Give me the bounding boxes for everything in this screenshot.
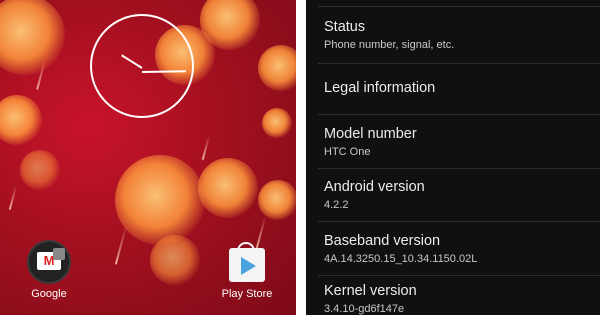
item-subtitle: 4A.14.3250.15_10.34.1150.02L	[324, 253, 478, 265]
wallpaper-bokeh	[0, 0, 65, 75]
list-divider	[318, 275, 600, 276]
app-google[interactable]: M Google	[14, 240, 84, 300]
settings-item-legal-information[interactable]: Legal information	[324, 80, 600, 96]
item-title: Status	[324, 19, 366, 35]
play-store-icon	[227, 240, 267, 284]
item-subtitle: 3.4.10-gd6f147e	[324, 303, 405, 315]
wallpaper-bokeh	[258, 180, 296, 220]
settings-item-status[interactable]: Status Phone number, signal, etc.	[324, 19, 600, 51]
app-label: Google	[31, 288, 67, 300]
item-title: Baseband version	[324, 233, 441, 249]
analog-clock-widget[interactable]	[90, 14, 194, 118]
about-phone-settings: Status Phone number, signal, etc. Legal …	[306, 0, 600, 315]
settings-item-kernel-version[interactable]: Kernel version 3.4.10-gd6f147e	[324, 283, 600, 315]
clock-hour-hand	[121, 54, 143, 69]
settings-item-baseband-version[interactable]: Baseband version 4A.14.3250.15_10.34.115…	[324, 233, 600, 265]
item-title: Model number	[324, 126, 417, 142]
item-subtitle: 4.2.2	[324, 199, 349, 211]
item-subtitle: Phone number, signal, etc.	[324, 39, 455, 51]
panel-divider	[296, 0, 306, 315]
item-title: Legal information	[324, 80, 436, 96]
clock-minute-hand	[141, 70, 187, 73]
item-title: Android version	[324, 179, 425, 195]
wallpaper-bokeh	[258, 45, 296, 91]
list-divider	[318, 63, 600, 64]
app-label: Play Store	[221, 288, 273, 300]
wallpaper-streak	[114, 225, 128, 265]
wallpaper-bokeh	[20, 150, 60, 190]
wallpaper-bokeh	[115, 155, 205, 245]
wallpaper-bokeh	[0, 95, 42, 145]
app-play-store[interactable]: Play Store	[212, 240, 282, 300]
wallpaper-bokeh	[198, 158, 258, 218]
home-screen: M Google Play Store	[0, 0, 296, 315]
wallpaper-streak	[8, 185, 18, 210]
list-divider	[318, 114, 600, 115]
wallpaper-bokeh	[150, 235, 200, 285]
settings-item-android-version[interactable]: Android version 4.2.2	[324, 179, 600, 211]
list-divider	[318, 6, 600, 7]
settings-item-model-number[interactable]: Model number HTC One	[324, 126, 600, 158]
wallpaper-streak	[201, 135, 211, 160]
gmail-folder-icon: M	[27, 240, 71, 284]
list-divider	[318, 168, 600, 169]
item-title: Kernel version	[324, 283, 417, 299]
item-subtitle: HTC One	[324, 146, 371, 158]
list-divider	[318, 221, 600, 222]
wallpaper-bokeh	[262, 108, 292, 138]
